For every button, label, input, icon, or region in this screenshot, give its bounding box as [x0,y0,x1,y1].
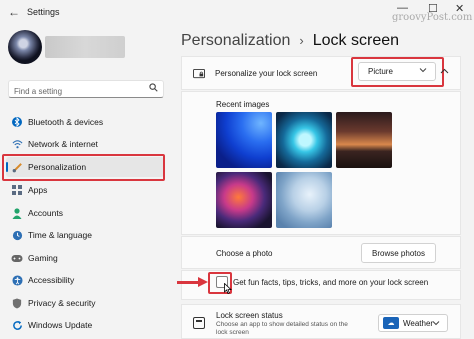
accessibility-icon [6,274,28,286]
browse-photos-button[interactable]: Browse photos [361,243,436,263]
breadcrumb-parent[interactable]: Personalization [181,32,290,50]
recent-image-4[interactable] [216,172,272,228]
choose-photo-label: Choose a photo [216,249,273,258]
personalize-dropdown[interactable]: Picture [358,62,436,81]
recent-image-1[interactable] [216,112,272,168]
wifi-icon [6,139,28,149]
sidebar-item-label: Accounts [28,208,63,218]
app-title: Settings [27,7,60,17]
title-bar: ← Settings groovyPost.com — ☐ ✕ [0,0,474,26]
lock-screen-status-dropdown[interactable]: ☁ Weather [378,314,448,332]
mouse-cursor-icon [224,282,233,297]
lock-screen-status-value: Weather [403,318,434,328]
recent-images-label: Recent images [216,100,270,109]
monitor-lock-icon [193,67,206,85]
sidebar-item-network[interactable]: Network & internet [6,134,164,154]
sidebar-item-label: Apps [28,185,48,195]
update-icon [6,320,28,331]
page-title: Lock screen [312,32,400,49]
lock-screen-status-desc-2: lock screen [216,329,249,336]
sidebar-item-label: Network & internet [28,139,98,149]
person-icon [6,207,28,219]
search-box[interactable] [8,80,164,100]
globe-clock-icon [6,230,28,241]
chevron-up-icon[interactable] [440,66,449,76]
sidebar-item-time-language[interactable]: Time & language [6,225,164,245]
brush-icon [6,162,28,173]
breadcrumb-separator: › [299,33,304,48]
personalize-label: Personalize your lock screen [215,69,318,78]
sidebar-item-privacy-security[interactable]: Privacy & security [6,293,164,313]
minimize-button[interactable]: — [397,2,408,14]
avatar[interactable] [8,30,42,64]
personalize-dropdown-value: Picture [368,67,393,76]
sidebar-item-accounts[interactable]: Accounts [6,203,164,223]
sidebar-item-bluetooth[interactable]: Bluetooth & devices [6,112,164,132]
recent-image-2[interactable] [276,112,332,168]
sidebar-item-label: Windows Update [28,320,93,330]
lock-screen-status-desc-1: Choose an app to show detailed status on… [216,321,348,328]
sidebar-item-apps[interactable]: Apps [6,180,164,200]
sidebar-item-label: Bluetooth & devices [28,117,104,127]
breadcrumb: Personalization › Lock screen [181,32,399,50]
controller-icon [6,254,28,263]
search-icon[interactable] [149,83,158,94]
sidebar-item-accessibility[interactable]: Accessibility [6,270,164,290]
sidebar-item-label: Accessibility [28,275,75,285]
status-widget-icon [193,316,205,334]
lock-screen-status-label: Lock screen status [216,311,283,320]
sidebar-item-label: Privacy & security [28,298,96,308]
sidebar-item-personalization[interactable]: Personalization [6,157,164,177]
chevron-down-icon [419,67,427,75]
maximize-button[interactable]: ☐ [428,2,438,15]
sidebar-item-label: Gaming [28,253,58,263]
close-button[interactable]: ✕ [455,2,464,15]
chevron-down-icon [432,319,440,328]
weather-icon: ☁ [383,317,399,329]
active-indicator [6,162,8,172]
search-input[interactable] [9,83,144,100]
sidebar-item-label: Time & language [28,230,92,240]
red-arrow [177,281,199,284]
recent-image-5[interactable] [276,172,332,228]
recent-image-3[interactable] [336,112,392,168]
red-arrow-head [198,277,208,287]
fun-facts-label: Get fun facts, tips, tricks, and more on… [233,278,429,287]
apps-icon [6,185,28,195]
profile-name-redacted [45,36,125,58]
shield-icon [6,297,28,309]
bluetooth-icon [6,116,28,128]
back-arrow-icon[interactable]: ← [8,5,20,19]
sidebar-item-gaming[interactable]: Gaming [6,248,164,268]
sidebar-item-windows-update[interactable]: Windows Update [6,315,164,335]
sidebar-item-label: Personalization [28,162,87,172]
